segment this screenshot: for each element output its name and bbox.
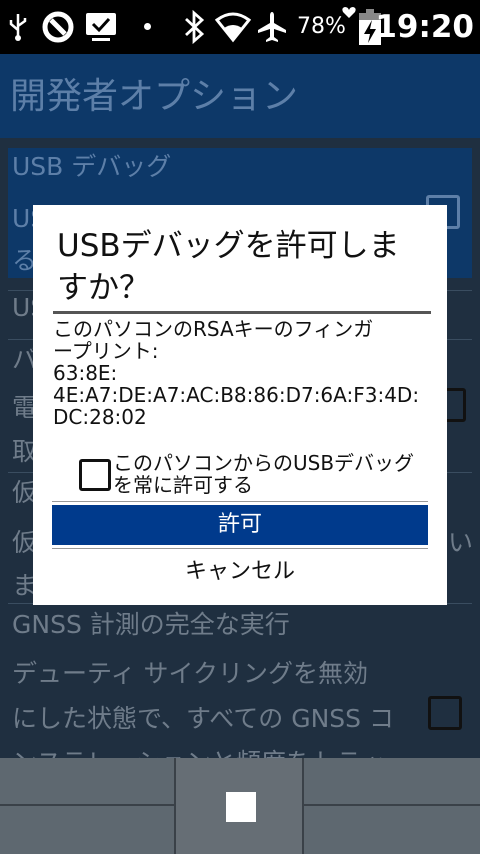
heart-icon bbox=[342, 7, 356, 18]
dialog-message: このパソコンのRSAキーのフィンガ ープリント: 63:8E: 4E:A7:DE… bbox=[53, 318, 433, 428]
bluetooth-icon bbox=[185, 9, 205, 45]
app-bar: 開発者オプション bbox=[0, 54, 480, 138]
message-line: このパソコンのRSAキーのフィンガ bbox=[53, 317, 374, 341]
divider bbox=[52, 501, 428, 502]
nav-divider bbox=[0, 804, 174, 806]
stop-square-icon bbox=[226, 792, 256, 822]
always-allow-checkbox[interactable] bbox=[79, 459, 111, 491]
message-line: DC:28:02 bbox=[53, 405, 147, 429]
status-bar: 78% 19:20 bbox=[0, 0, 480, 54]
divider bbox=[52, 548, 428, 549]
clock: 19:20 bbox=[375, 9, 474, 45]
setting-gnss-summary: デューティ サイクリングを無効 bbox=[12, 659, 368, 688]
setting-gnss-summary: にした状態で、すべての GNSS コ bbox=[12, 704, 394, 733]
title-divider bbox=[53, 311, 431, 314]
message-line: ープリント: bbox=[53, 339, 159, 363]
nav-divider bbox=[304, 804, 480, 806]
setting-gnss-title[interactable]: GNSS 計測の完全な実行 bbox=[12, 608, 290, 642]
setting-usb-debugging-title: USB デバッグ bbox=[12, 152, 172, 181]
allow-button[interactable]: 許可 bbox=[52, 505, 428, 545]
notification-dot-icon bbox=[144, 23, 151, 30]
wifi-icon bbox=[215, 12, 251, 43]
data-saver-icon bbox=[42, 11, 74, 43]
navigation-bar bbox=[0, 758, 480, 854]
message-line: 4E:A7:DE:A7:AC:B8:86:D7:6A:F3:4D: bbox=[53, 383, 420, 407]
battery-percentage: 78% bbox=[297, 14, 346, 39]
page-title: 開発者オプション bbox=[10, 76, 299, 117]
cancel-button[interactable]: キャンセル bbox=[52, 552, 428, 592]
airplane-mode-icon bbox=[258, 12, 286, 42]
message-line: 63:8E: bbox=[53, 361, 118, 385]
usb-icon bbox=[9, 14, 27, 41]
dialog-title: USBデバッグを許可しますか？ bbox=[57, 228, 400, 306]
always-allow-label[interactable]: このパソコンからのUSBデバッグを常に許可する bbox=[113, 452, 429, 496]
setting-text: い bbox=[448, 528, 474, 557]
gnss-checkbox[interactable] bbox=[428, 696, 462, 730]
usb-debug-permission-dialog: USBデバッグを許可しますか？ このパソコンのRSAキーのフィンガ ープリント:… bbox=[33, 205, 447, 605]
setting-gnss-summary: ンステレーションと頻度をトラッ bbox=[12, 746, 386, 758]
screen-check-icon bbox=[86, 13, 116, 41]
home-button[interactable] bbox=[174, 758, 304, 854]
